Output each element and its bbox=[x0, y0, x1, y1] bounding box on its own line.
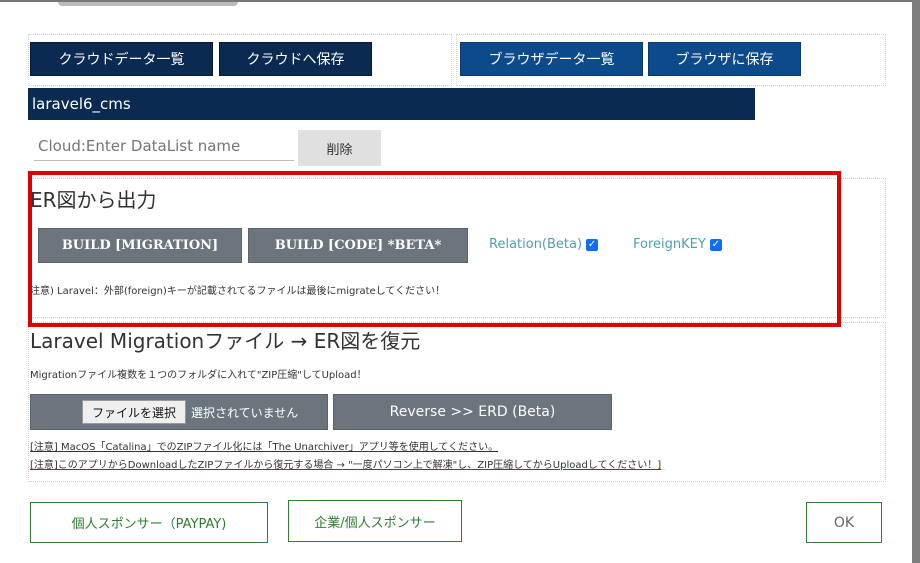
restore-note-macos: [注意] MacOS「Catalina」でのZIPファイル化には「The Una… bbox=[30, 442, 499, 453]
choose-file-button[interactable]: ファイルを選択 bbox=[82, 400, 186, 424]
browser-save-button[interactable]: ブラウザに保存 bbox=[648, 42, 801, 76]
restore-description: Migrationファイル複数を１つのフォルダに入れて"ZIP圧縮"してUplo… bbox=[30, 370, 367, 381]
reverse-erd-button[interactable]: Reverse >> ERD (Beta) bbox=[333, 394, 612, 430]
ok-button[interactable]: OK bbox=[806, 502, 882, 543]
project-select-value: laravel6_cms bbox=[32, 95, 131, 113]
file-status: 選択されていません bbox=[191, 406, 299, 420]
delete-button[interactable]: 削除 bbox=[298, 130, 381, 166]
restore-heading: Laravel Migrationファイル → ER図を復元 bbox=[30, 329, 421, 353]
corporate-sponsor-button[interactable]: 企業/個人スポンサー bbox=[288, 500, 462, 542]
dialog-panel: クラウドデータ一覧 クラウドへ保存 ブラウザデータ一覧 ブラウザに保存 lara… bbox=[0, 0, 912, 563]
top-tab-edge bbox=[58, 2, 238, 6]
browser-list-button[interactable]: ブラウザデータ一覧 bbox=[460, 42, 643, 76]
cloud-save-button[interactable]: クラウドへ保存 bbox=[219, 42, 372, 76]
file-upload-control[interactable]: ファイルを選択 選択されていません bbox=[30, 394, 328, 430]
personal-sponsor-button[interactable]: 個人スポンサー（PAYPAY) bbox=[30, 502, 268, 543]
highlight-frame bbox=[28, 171, 841, 327]
restore-note-download: [注意]このアプリからDownloadしたZIPファイルから復元する場合 → "… bbox=[30, 460, 662, 471]
project-select[interactable]: laravel6_cms bbox=[28, 88, 755, 120]
datalist-name-input[interactable] bbox=[34, 132, 294, 161]
cloud-list-button[interactable]: クラウドデータ一覧 bbox=[30, 42, 213, 76]
